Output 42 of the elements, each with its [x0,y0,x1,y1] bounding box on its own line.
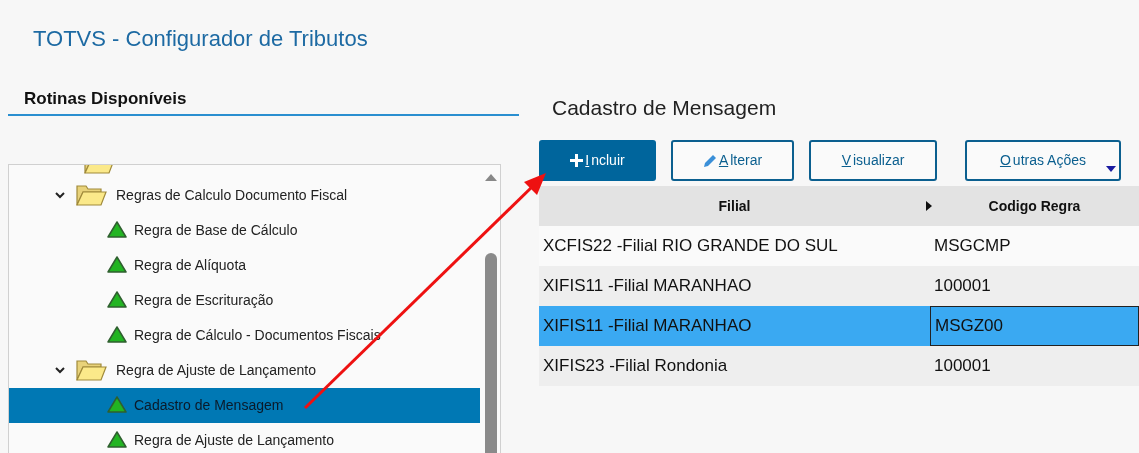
scrollbar-thumb[interactable] [485,252,497,453]
tree-item[interactable]: Regra de Alíquota [9,247,480,283]
triangle-icon [107,326,127,344]
action-button[interactable]: Alterar [671,140,794,181]
column-header[interactable]: Filial [718,195,751,217]
triangle-icon [107,256,127,274]
table-cell-text: 100001 [933,355,992,378]
tree-item[interactable]: Regra de Escrituração [9,282,480,318]
table-cell-text: XIFIS23 -Filial Rondonia [542,355,729,378]
triangle-icon [107,431,127,449]
table-cell-text: XIFIS11 -Filial MARANHAO [542,275,753,298]
tree-item[interactable]: Regra de Ajuste de Lançamento [9,422,480,453]
folder-icon [75,358,107,382]
folder-icon [75,183,107,207]
section-title: Cadastro de Mensagem [552,95,777,121]
tree-item[interactable]: Cadastro de Mensagem [9,387,480,423]
dropdown-caret-icon [1106,166,1116,172]
pencil-icon [702,153,717,168]
panel-heading: Rotinas Disponíveis [24,89,187,108]
tree-folder[interactable]: Regras de Calculo Documento Fiscal [9,177,480,213]
table-cell-text: MSGCMP [933,235,1012,258]
triangle-icon [107,221,127,239]
table-row[interactable]: XIFIS11 -Filial MARANHAO MSGZ00 [539,306,1139,346]
table-cell-text: XIFIS11 -Filial MARANHAO [542,315,753,338]
tree-item[interactable]: Regra de Cálculo - Documentos Fiscais [9,317,480,353]
dropdown-button[interactable]: Outras Ações [965,140,1121,181]
sort-arrow-icon [926,201,932,211]
plus-icon [570,154,584,167]
chevron-down-icon[interactable] [54,190,66,200]
tree-item[interactable]: Regra de Base de Cálculo [9,212,480,248]
triangle-icon [107,291,127,309]
table-row[interactable]: XIFIS11 -Filial MARANHAO 100001 [539,266,1139,306]
action-button[interactable]: Visualizar [809,140,937,181]
table-cell-text: 100001 [933,275,992,298]
chevron-down-icon[interactable] [54,365,66,375]
table-row[interactable]: XIFIS23 -Filial Rondonia 100001 [539,346,1139,386]
table-cell-text: XCFIS22 -Filial RIO GRANDE DO SUL [542,235,839,258]
triangle-icon [107,396,127,414]
column-header[interactable]: Codigo Regra [988,195,1081,217]
app-title: TOTVS - Configurador de Tributos [33,25,368,53]
tree-folder[interactable]: Regra de Ajuste de Lançamento [9,352,480,388]
table-cell: MSGZ00 [930,306,1139,346]
